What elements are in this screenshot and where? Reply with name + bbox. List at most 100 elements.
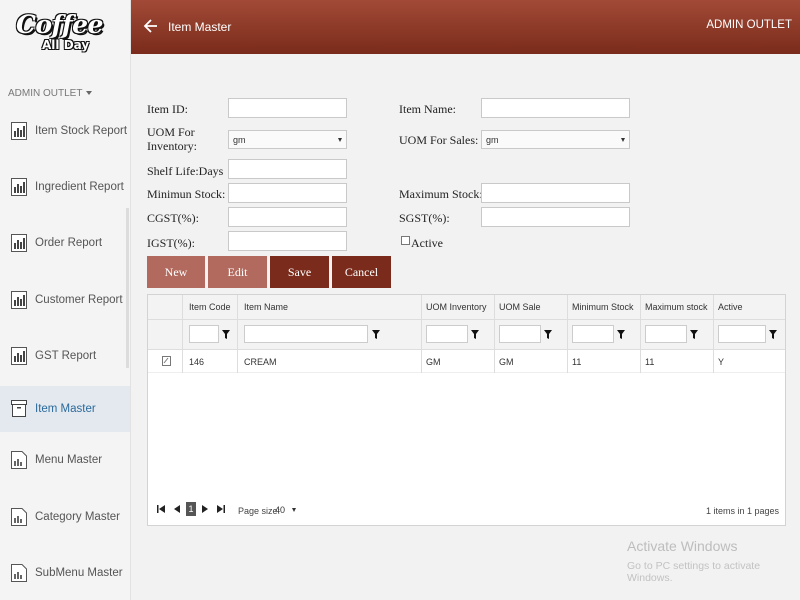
sidebar-item-label: Menu Master: [35, 454, 103, 466]
cgst-input[interactable]: [228, 207, 347, 227]
min-stock-input[interactable]: [228, 183, 347, 203]
uom-inventory-select[interactable]: gm: [228, 130, 347, 149]
new-button[interactable]: New: [147, 256, 205, 288]
logo[interactable]: Coffee All Day: [12, 8, 103, 56]
caret-down-icon: [86, 91, 93, 96]
document-icon: [11, 508, 27, 526]
chevron-down-icon: [338, 137, 342, 142]
uom-sales-select[interactable]: gm: [481, 130, 630, 149]
sidebar-item-label: Item Stock Report: [35, 125, 128, 137]
sidebar-item-gst-report[interactable]: GST Report: [0, 333, 130, 379]
column-header-item-name[interactable]: Item Name: [244, 302, 288, 312]
logo-subtext: All Day: [42, 38, 90, 52]
column-divider: [182, 295, 183, 373]
chevron-down-icon: [292, 508, 297, 512]
sidebar-item-label: SubMenu Master: [35, 567, 123, 579]
chevron-down-icon: [621, 137, 625, 142]
column-divider: [237, 295, 238, 373]
save-button[interactable]: Save: [270, 256, 329, 288]
uom-sales-label: UOM For Sales:: [399, 133, 479, 147]
sidebar-item-category-master[interactable]: Category Master: [0, 494, 130, 540]
logo-text: Coffee: [16, 10, 103, 39]
cancel-button[interactable]: Cancel: [332, 256, 391, 288]
outlet-dropdown[interactable]: ADMIN OUTLET: [8, 88, 93, 99]
sidebar-item-label: Item Master: [35, 403, 96, 415]
cell-active: Y: [718, 357, 725, 367]
filter-icon[interactable]: [690, 330, 698, 339]
column-header-maximum-stock[interactable]: Maximum stock: [645, 302, 708, 312]
sidebar-item-label: Order Report: [35, 237, 103, 249]
min-stock-label: Minimun Stock:: [147, 187, 226, 201]
sgst-label: SGST(%):: [399, 211, 450, 225]
sidebar-item-label: GST Report: [35, 350, 97, 362]
filter-icon[interactable]: [617, 330, 625, 339]
column-header-item-code[interactable]: Item Code: [189, 302, 231, 312]
active-label: Active: [411, 236, 443, 250]
cell-uom-sale: GM: [499, 357, 514, 367]
edit-button[interactable]: Edit: [208, 256, 267, 288]
page-title: Item Master: [168, 20, 232, 34]
max-stock-input[interactable]: [481, 183, 630, 203]
item-id-label: Item ID:: [147, 102, 188, 116]
column-divider: [567, 295, 568, 373]
filter-input-item-name[interactable]: [244, 325, 368, 343]
max-stock-label: Maximum Stock:: [399, 187, 483, 201]
cell-uom-inventory: GM: [426, 357, 441, 367]
last-page-icon[interactable]: [217, 505, 225, 513]
filter-icon[interactable]: [471, 330, 479, 339]
uom-sales-value: gm: [486, 134, 499, 145]
sidebar-item-order-report[interactable]: Order Report: [0, 220, 130, 266]
filter-icon[interactable]: [222, 330, 230, 339]
top-bar: Item Master ADMIN OUTLET: [131, 0, 800, 54]
edit-row-icon[interactable]: [162, 356, 171, 366]
sidebar-item-ingredient-report[interactable]: Ingredient Report: [0, 164, 130, 210]
sidebar-item-menu-master[interactable]: Menu Master: [0, 437, 130, 483]
column-header-uom-sale[interactable]: UOM Sale: [499, 302, 541, 312]
current-page[interactable]: 1: [186, 502, 196, 516]
column-header-uom-inventory[interactable]: UOM Inventory: [426, 302, 487, 312]
shelf-life-input[interactable]: [228, 159, 347, 179]
pager-info: 1 items in 1 pages: [705, 506, 779, 516]
cell-maximum-stock: 11: [645, 357, 655, 367]
filter-icon[interactable]: [544, 330, 552, 339]
sidebar-item-submenu-master[interactable]: SubMenu Master: [0, 550, 130, 596]
igst-label: IGST(%):: [147, 236, 195, 250]
item-name-input[interactable]: [481, 98, 630, 118]
back-arrow-icon[interactable]: [143, 16, 159, 36]
igst-input[interactable]: [228, 231, 347, 251]
filter-input-minimum-stock[interactable]: [572, 325, 614, 343]
page-size-select[interactable]: 40: [272, 503, 300, 517]
activation-watermark-text: Go to PC settings to activate Windows.: [627, 560, 761, 584]
bar-chart-icon: [11, 347, 27, 365]
sgst-input[interactable]: [481, 207, 630, 227]
first-page-icon[interactable]: [157, 505, 165, 513]
filter-input-uom-sale[interactable]: [499, 325, 541, 343]
activation-watermark-title: Activate Windows: [627, 538, 738, 554]
column-divider: [640, 295, 641, 373]
filter-input-active[interactable]: [718, 325, 766, 343]
column-divider: [713, 295, 714, 373]
box-icon: [11, 400, 27, 417]
sidebar-item-customer-report[interactable]: Customer Report: [0, 277, 130, 323]
active-checkbox[interactable]: [401, 236, 410, 245]
sidebar-item-item-stock-report[interactable]: Item Stock Report: [0, 108, 130, 154]
filter-input-item-code[interactable]: [189, 325, 219, 343]
filter-input-maximum-stock[interactable]: [645, 325, 687, 343]
uom-inventory-label: UOM For Inventory:: [147, 125, 197, 153]
filter-icon[interactable]: [769, 330, 777, 339]
item-id-input[interactable]: [228, 98, 347, 118]
filter-input-uom-inventory[interactable]: [426, 325, 468, 343]
column-header-active[interactable]: Active: [718, 302, 743, 312]
column-header-minimum-stock[interactable]: Minimum Stock: [572, 302, 634, 312]
bar-chart-icon: [11, 234, 27, 252]
sidebar-item-item-master[interactable]: Item Master: [0, 386, 130, 432]
uom-inventory-value: gm: [233, 134, 246, 145]
cgst-label: CGST(%):: [147, 211, 199, 225]
document-icon: [11, 451, 27, 469]
filter-icon[interactable]: [372, 330, 380, 339]
sidebar-item-label: Ingredient Report: [35, 181, 124, 193]
sidebar-item-label: Customer Report: [35, 294, 123, 306]
header-outlet-label[interactable]: ADMIN OUTLET: [706, 19, 792, 31]
next-page-icon[interactable]: [201, 505, 209, 513]
prev-page-icon[interactable]: [173, 505, 181, 513]
